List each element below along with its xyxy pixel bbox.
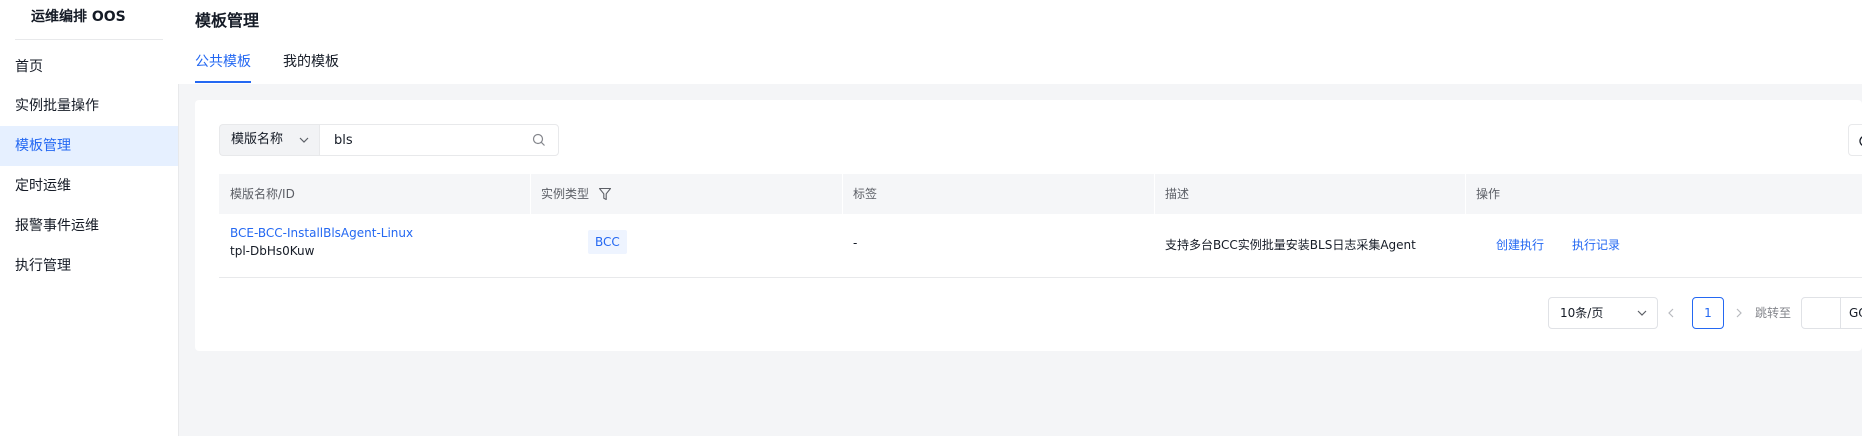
page-number-button[interactable]: 1 (1692, 297, 1724, 329)
search-input[interactable] (334, 129, 524, 151)
active-tab-indicator (195, 81, 251, 83)
app-title: 运维编排 OOS (31, 9, 126, 25)
sidebar-item-scheduled-ops[interactable]: 定时运维 (0, 166, 178, 206)
column-header-actions: 操作 (1476, 187, 1501, 201)
search-box (319, 124, 559, 156)
search-icon[interactable] (532, 133, 546, 147)
column-header-tags: 标签 (853, 187, 878, 201)
instance-type-tag: BCC (588, 230, 627, 254)
column-header-description: 描述 (1165, 187, 1190, 201)
page-header: 模板管理 公共模板 我的模板 (178, 0, 1862, 84)
jump-page-input[interactable] (1801, 297, 1841, 329)
table-row: BCE-BCC-InstallBlsAgent-Linux tpl-DbHs0K… (219, 214, 1862, 278)
create-execution-link[interactable]: 创建执行 (1496, 236, 1544, 253)
refresh-button[interactable] (1848, 124, 1862, 156)
filter-icon[interactable] (598, 186, 612, 202)
sidebar-item-execution-management[interactable]: 执行管理 (0, 246, 178, 286)
chevron-down-icon (1637, 298, 1647, 339)
chevron-down-icon (299, 125, 309, 166)
sidebar-item-batch-operations[interactable]: 实例批量操作 (0, 86, 178, 126)
refresh-icon (1859, 136, 1862, 146)
column-header-name-id: 模版名称/ID (230, 187, 295, 201)
tab-my-templates[interactable]: 我的模板 (283, 52, 339, 72)
jump-to-label: 跳转至 (1755, 306, 1792, 320)
table-header: 模版名称/ID 实例类型 标签 描述 操作 (219, 174, 1862, 214)
description-cell: 支持多台BCC实例批量安装BLS日志采集Agent (1165, 238, 1416, 252)
column-header-instance-type: 实例类型 (541, 187, 590, 201)
page-title: 模板管理 (195, 11, 260, 30)
tab-public-templates[interactable]: 公共模板 (195, 52, 251, 72)
tags-cell: - (853, 236, 858, 250)
search-field-select[interactable]: 模版名称 (219, 124, 319, 156)
sidebar-item-alarm-event-ops[interactable]: 报警事件运维 (0, 206, 178, 246)
execution-records-link[interactable]: 执行记录 (1572, 236, 1620, 253)
chevron-left-icon[interactable] (1661, 297, 1681, 329)
template-id: tpl-DbHs0Kuw (230, 244, 315, 258)
page-size-label: 10条/页 (1560, 306, 1604, 320)
template-name-link[interactable]: BCE-BCC-InstallBlsAgent-Linux (230, 226, 413, 240)
search-field-label: 模版名称 (231, 132, 284, 147)
sidebar-item-template-management[interactable]: 模板管理 (0, 126, 178, 166)
chevron-right-icon[interactable] (1729, 297, 1749, 329)
page-size-select[interactable]: 10条/页 (1548, 297, 1658, 329)
go-button[interactable]: GO (1840, 297, 1862, 329)
template-list-card: 模版名称 模版名称/ID 实例类型 标签 描述 操作 BCE-BCC-Insta… (195, 100, 1862, 351)
sidebar-item-home[interactable]: 首页 (0, 47, 178, 87)
sidebar: 运维编排 OOS 首页 实例批量操作 模板管理 定时运维 报警事件运维 执行管理 (0, 0, 179, 436)
divider (15, 39, 163, 40)
